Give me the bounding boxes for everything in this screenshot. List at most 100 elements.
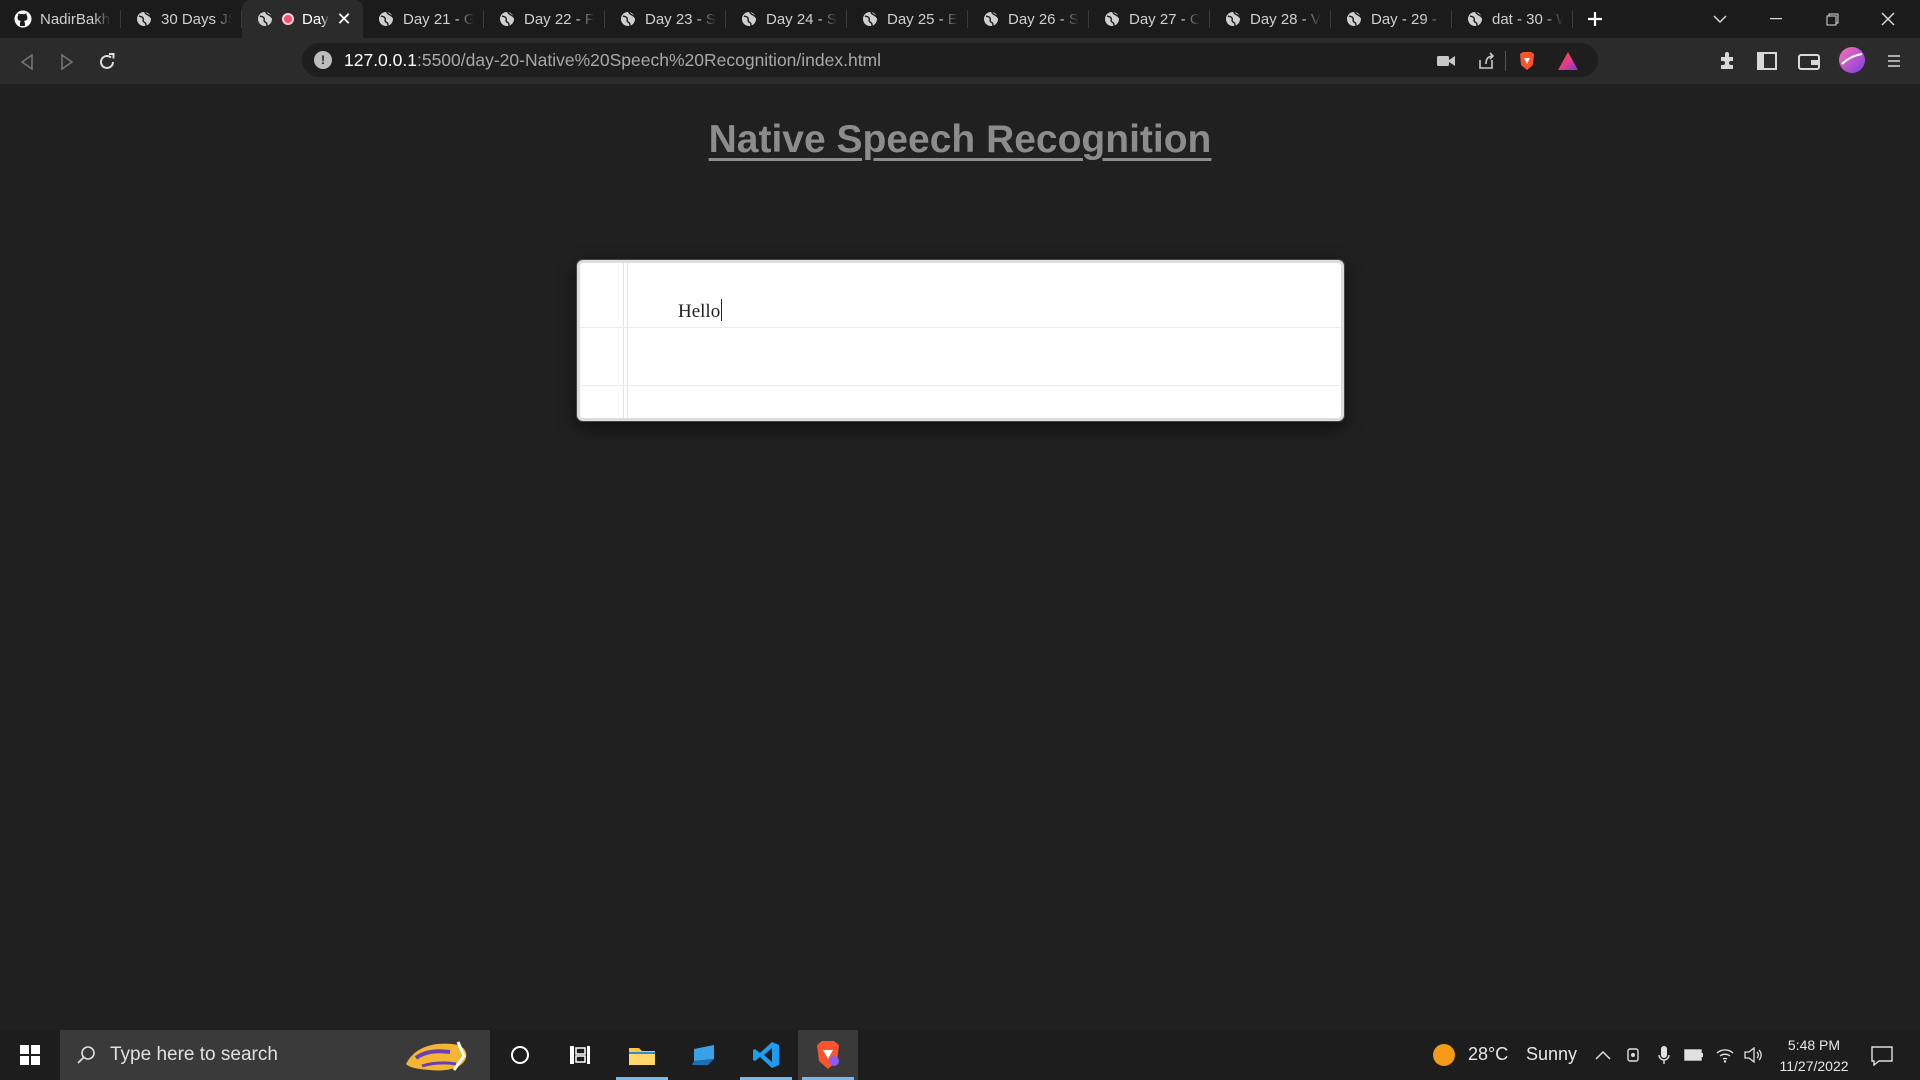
globe-icon bbox=[982, 10, 1000, 28]
tab-title: Day 22 - Fo bbox=[524, 10, 595, 28]
weather-description[interactable]: Sunny bbox=[1526, 1044, 1577, 1065]
tab-7[interactable]: Day 24 - St bbox=[726, 0, 847, 38]
tab-title: NadirBakhsh bbox=[40, 10, 111, 28]
tab-8[interactable]: Day 25 - Ev bbox=[847, 0, 968, 38]
brave-shields-icon[interactable] bbox=[1517, 51, 1537, 71]
taskbar-search-box[interactable]: Type here to search bbox=[60, 1030, 490, 1080]
browser-toolbar: ! 127.0.0.1:5500/day-20-Native%20Speech%… bbox=[0, 38, 1920, 84]
windows-taskbar: Type here to search 28°C Sunny 5:48 PM 1… bbox=[0, 1030, 1920, 1080]
sidebar-icon[interactable] bbox=[1755, 49, 1779, 73]
minimize-button[interactable] bbox=[1748, 0, 1804, 38]
tab-title: Day 27 - Cl bbox=[1129, 10, 1200, 28]
meet-now-icon[interactable] bbox=[1624, 1045, 1644, 1065]
margin-line bbox=[627, 263, 628, 418]
tab-12[interactable]: Day - 29 - C bbox=[1331, 0, 1452, 38]
tab-search-button[interactable] bbox=[1692, 0, 1748, 38]
recording-indicator-icon bbox=[282, 13, 294, 25]
tab-title: Day 28 - Vi bbox=[1250, 10, 1321, 28]
globe-icon bbox=[1103, 10, 1121, 28]
clock-time: 5:48 PM bbox=[1787, 1037, 1841, 1053]
restore-button[interactable] bbox=[1804, 0, 1860, 38]
system-clock[interactable]: 5:48 PM 11/27/2022 bbox=[1762, 1035, 1866, 1077]
file-explorer-button[interactable] bbox=[612, 1030, 672, 1080]
plus-icon bbox=[1588, 12, 1602, 26]
globe-icon bbox=[377, 10, 395, 28]
microphone-icon[interactable] bbox=[1654, 1045, 1674, 1065]
desktop-app-button[interactable] bbox=[674, 1030, 734, 1080]
tab-10[interactable]: Day 27 - Cl bbox=[1089, 0, 1210, 38]
tab-11[interactable]: Day 28 - Vi bbox=[1210, 0, 1331, 38]
url-path: :5500/day-20-Native%20Speech%20Recogniti… bbox=[416, 49, 882, 70]
transcript-word: Hello bbox=[678, 301, 721, 322]
weather-sun-icon[interactable] bbox=[1432, 1043, 1456, 1067]
tab-title: Day - 29 - C bbox=[1371, 10, 1442, 28]
page-title: Native Speech Recognition bbox=[708, 118, 1212, 161]
back-button[interactable] bbox=[11, 46, 43, 78]
tab-title: dat - 30 - W bbox=[1492, 10, 1563, 28]
close-tab-icon[interactable]: ✕ bbox=[335, 9, 353, 30]
forward-button[interactable] bbox=[51, 46, 83, 78]
tab-2[interactable]: 30 Days JS bbox=[121, 0, 242, 38]
battery-icon[interactable] bbox=[1684, 1045, 1704, 1065]
tab-title: Day 24 - St bbox=[766, 10, 837, 28]
info-icon[interactable]: ! bbox=[314, 51, 332, 69]
cortana-icon bbox=[511, 1046, 529, 1064]
address-bar[interactable]: ! 127.0.0.1:5500/day-20-Native%20Speech%… bbox=[302, 43, 1598, 77]
start-button[interactable] bbox=[0, 1030, 60, 1080]
clock-date: 11/27/2022 bbox=[1779, 1058, 1849, 1074]
url-host: 127.0.0.1 bbox=[344, 49, 417, 70]
ruled-line bbox=[580, 327, 1341, 328]
close-window-button[interactable] bbox=[1860, 0, 1916, 38]
task-view-button[interactable] bbox=[550, 1030, 610, 1080]
globe-icon bbox=[619, 10, 637, 28]
globe-icon bbox=[135, 10, 153, 28]
profile-avatar[interactable] bbox=[1838, 46, 1866, 74]
cortana-button[interactable] bbox=[490, 1030, 550, 1080]
tab-title: Day 21 - Ge bbox=[403, 10, 474, 28]
text-caret bbox=[721, 299, 723, 321]
vscode-icon bbox=[753, 1042, 779, 1068]
wallet-icon[interactable] bbox=[1797, 49, 1821, 73]
new-tab-button[interactable] bbox=[1573, 0, 1617, 38]
close-icon bbox=[1881, 12, 1895, 26]
tab-title: 30 Days JS bbox=[161, 10, 232, 28]
tab-6[interactable]: Day 23 - Sp bbox=[605, 0, 726, 38]
reload-icon bbox=[100, 53, 115, 69]
brave-browser-button[interactable] bbox=[798, 1030, 858, 1080]
share-icon[interactable] bbox=[1476, 51, 1496, 71]
tab-3[interactable]: Day 20 ✕ bbox=[242, 0, 363, 38]
tab-1[interactable]: NadirBakhsh bbox=[0, 0, 121, 38]
tab-title: Day 26 - St bbox=[1008, 10, 1079, 28]
weather-temperature[interactable]: 28°C bbox=[1468, 1044, 1508, 1065]
globe-icon bbox=[740, 10, 758, 28]
camera-icon[interactable] bbox=[1436, 51, 1456, 71]
vscode-button[interactable] bbox=[736, 1030, 796, 1080]
search-highlight-art-icon bbox=[406, 1041, 467, 1071]
globe-icon bbox=[1224, 10, 1242, 28]
brave-icon bbox=[817, 1041, 839, 1069]
tab-9[interactable]: Day 26 - St bbox=[968, 0, 1089, 38]
extensions-icon[interactable] bbox=[1716, 49, 1740, 73]
tab-13[interactable]: dat - 30 - W bbox=[1452, 0, 1573, 38]
tab-title: Day 23 - Sp bbox=[645, 10, 716, 28]
ruled-line bbox=[580, 385, 1341, 386]
transcript-notebook[interactable]: Hello bbox=[577, 260, 1344, 421]
menu-icon[interactable] bbox=[1882, 49, 1906, 73]
reload-button[interactable] bbox=[91, 46, 123, 78]
monitor-app-icon bbox=[692, 1045, 714, 1065]
windows-icon bbox=[20, 1045, 40, 1065]
tab-title: Day 25 - Ev bbox=[887, 10, 958, 28]
tab-list: NadirBakhsh 30 Days JS Day 20 ✕ Day 21 - Ge D… bbox=[0, 0, 1573, 38]
chevron-up-icon[interactable] bbox=[1593, 1045, 1613, 1065]
notifications-icon[interactable] bbox=[1870, 1044, 1894, 1068]
tab-5[interactable]: Day 22 - Fo bbox=[484, 0, 605, 38]
wifi-icon[interactable] bbox=[1715, 1045, 1735, 1065]
arrow-right-icon bbox=[61, 54, 74, 70]
divider bbox=[1505, 51, 1506, 71]
globe-icon bbox=[256, 10, 274, 28]
brave-rewards-icon[interactable] bbox=[1558, 51, 1578, 71]
tab-4[interactable]: Day 21 - Ge bbox=[363, 0, 484, 38]
chevron-down-icon bbox=[1713, 15, 1727, 23]
margin-line bbox=[623, 263, 624, 418]
volume-icon[interactable] bbox=[1744, 1045, 1764, 1065]
